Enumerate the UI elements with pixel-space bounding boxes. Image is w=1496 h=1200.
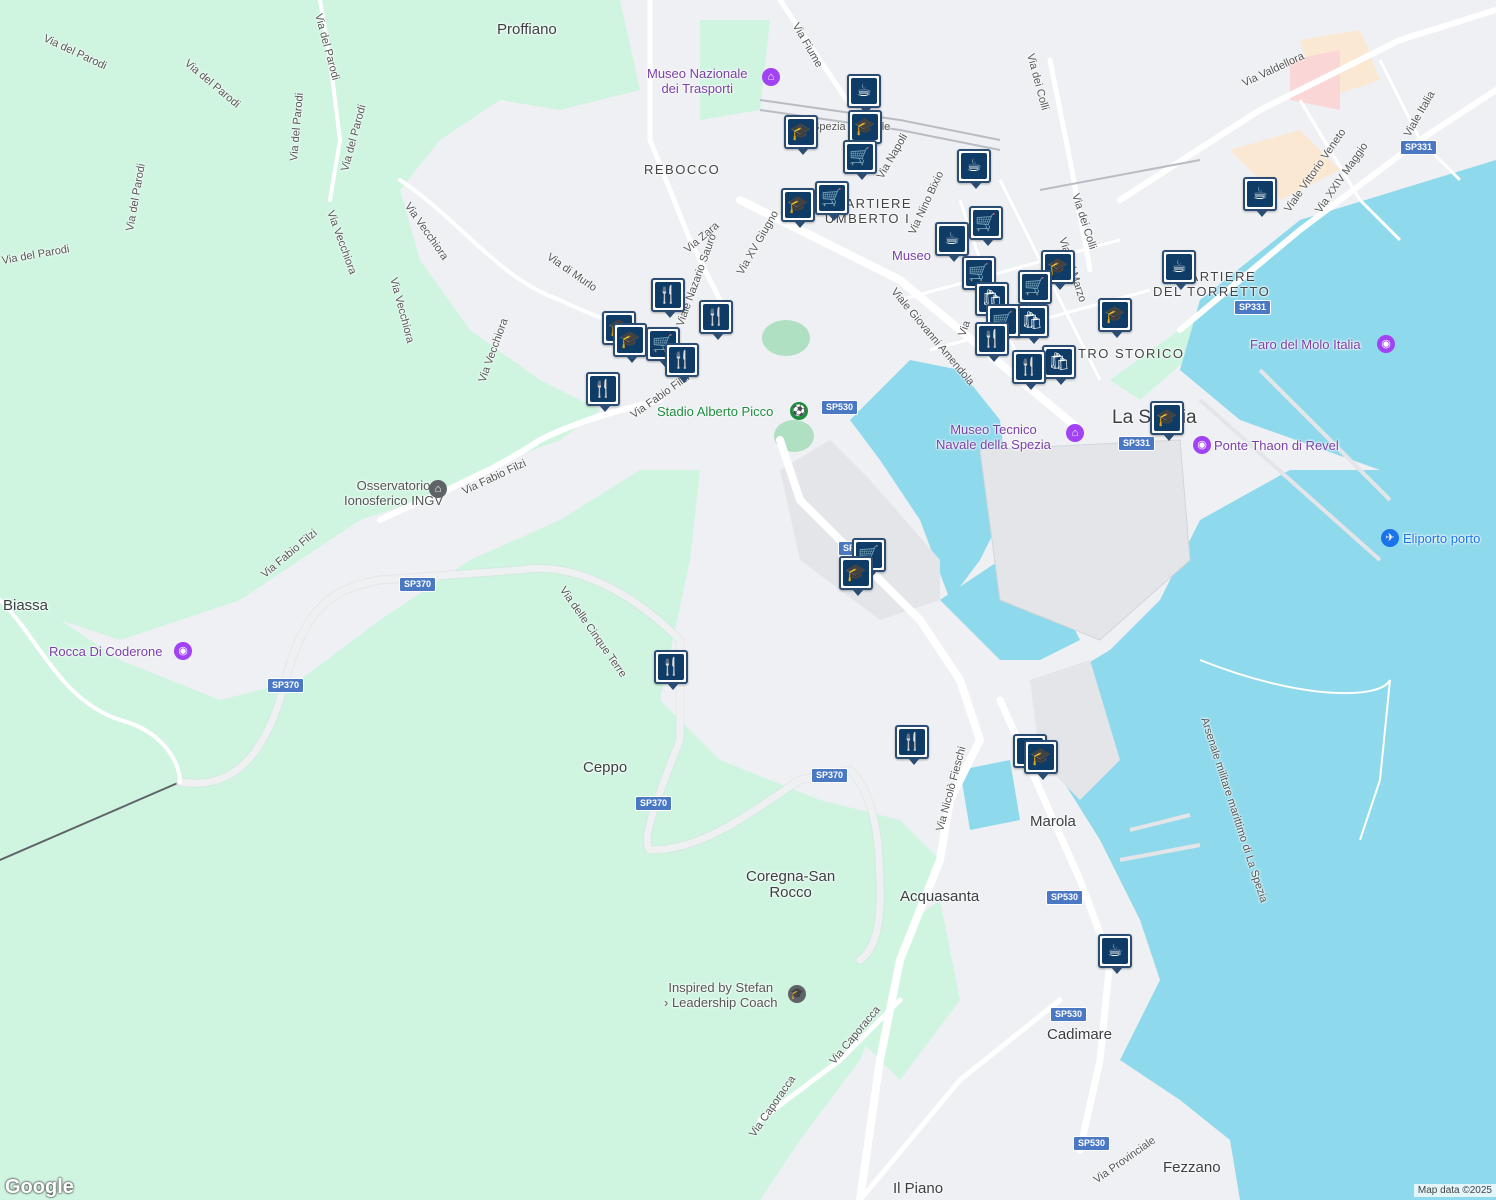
shopping-cart-icon: 🛒 [847,144,873,170]
coffee-cup-icon: ☕ [939,226,965,252]
shopping-bag-icon: 🛍 [1046,349,1072,375]
graduation-cap-icon: 🎓 [785,192,811,218]
camera-icon[interactable]: ◉ [1193,436,1211,454]
fork-knife-icon: 🍴 [703,304,729,330]
place-label-cadimare: Cadimare [1047,1026,1113,1043]
restaurant-marker[interactable]: 🍴 [651,278,685,318]
cafe-marker[interactable]: ☕ [1243,177,1277,217]
road-shield: SP530 [1046,890,1084,905]
poi-label-osservatorio[interactable]: Osservatorio Ionosferico INGV [344,478,443,508]
school-marker[interactable]: 🎓 [784,115,818,155]
camera-icon[interactable]: ◉ [1377,335,1395,353]
restaurant-marker[interactable]: 🍴 [895,725,929,765]
fork-knife-icon: 🍴 [655,282,681,308]
shopping-marker[interactable]: 🛒 [815,181,849,221]
place-label-il-piano: Il Piano [893,1180,944,1197]
road-shield: SP530 [1073,1136,1111,1151]
road-shield: SP370 [399,577,437,592]
restaurant-marker[interactable]: 🍴 [975,322,1009,362]
school-marker[interactable]: 🎓 [839,556,873,596]
place-label-marola: Marola [1030,813,1076,830]
camera-icon[interactable]: ◉ [174,642,192,660]
road-shield: SP530 [1050,1007,1088,1022]
coffee-cup-icon: ☕ [851,78,877,104]
coffee-cup-icon: ☕ [961,153,987,179]
graduation-cap-icon: 🎓 [1102,302,1128,328]
place-label-ceppo: Ceppo [583,759,628,776]
shopping-cart-icon: 🛒 [1022,274,1048,300]
school-marker[interactable]: 🎓 [1150,401,1184,441]
graduation-cap-icon: 🎓 [1028,744,1054,770]
restaurant-marker[interactable]: 🍴 [654,650,688,690]
poi-label-inspired[interactable]: Inspired by Stefan › Leadership Coach [664,980,777,1010]
fork-knife-icon: 🍴 [669,347,695,373]
road-shield: SP331 [1234,300,1272,315]
store-marker[interactable]: 🛍 [1042,345,1076,385]
airport-icon[interactable]: ✈ [1381,529,1399,547]
fork-knife-icon: 🍴 [658,654,684,680]
graduation-cap-icon: 🎓 [843,560,869,586]
road-shield: SP331 [1118,436,1156,451]
restaurant-marker[interactable]: 🍴 [586,372,620,412]
graduation-cap-icon: 🎓 [788,119,814,145]
cafe-marker[interactable]: ☕ [957,149,991,189]
map-attribution[interactable]: Map data ©2025 [1413,1184,1496,1197]
shopping-cart-icon: 🛒 [819,185,845,211]
shopping-bag-icon: 🛍 [1019,308,1045,334]
graduation-cap-icon: 🎓 [1154,405,1180,431]
shopping-marker[interactable]: 🛒 [969,206,1003,246]
coffee-cup-icon: ☕ [1247,181,1273,207]
shopping-marker[interactable]: 🛒 [843,140,877,180]
restaurant-marker[interactable]: 🍴 [665,343,699,383]
museum-icon[interactable]: ⌂ [762,68,780,86]
place-label-acquasanta: Acquasanta [900,888,980,905]
poi-label-rocca[interactable]: Rocca Di Coderone [49,644,162,659]
restaurant-marker[interactable]: 🍴 [699,300,733,340]
place-label-fezzano: Fezzano [1163,1159,1221,1176]
coffee-cup-icon: ☕ [1166,254,1192,280]
museum-icon[interactable]: ⌂ [1066,424,1084,442]
cafe-marker[interactable]: ☕ [935,222,969,262]
place-label-proffiano: Proffiano [497,21,557,38]
graduation-cap-icon: 🎓 [617,327,643,353]
cafe-marker[interactable]: ☕ [847,74,881,114]
school-marker[interactable]: 🎓 [1024,740,1058,780]
shopping-cart-icon: 🛒 [973,210,999,236]
stadium-icon[interactable]: ⚽ [790,402,808,420]
fork-knife-icon: 🍴 [590,376,616,402]
school-marker[interactable]: 🎓 [848,110,882,150]
road-shield: SP370 [811,768,849,783]
google-logo: Google [5,1176,74,1198]
road-shield: SP370 [267,678,305,693]
road-shield: SP530 [821,400,859,415]
place-label-biassa: Biassa [3,597,49,614]
education-icon[interactable]: 🎓 [788,985,806,1003]
cafe-marker[interactable]: ☕ [1162,250,1196,290]
restaurant-marker[interactable]: 🍴 [1012,350,1046,390]
school-marker[interactable]: 🎓 [781,188,815,228]
poi-label-museo[interactable]: Museo [892,248,931,263]
cafe-marker[interactable]: ☕ [1098,934,1132,974]
road-shield: SP370 [635,796,673,811]
map-canvas[interactable]: Proffiano REBOCCO Biassa Ceppo Coregna-S… [0,0,1496,1200]
graduation-cap-icon: 🎓 [852,114,878,140]
school-marker[interactable]: 🎓 [613,323,647,363]
fork-knife-icon: 🍴 [979,326,1005,352]
store-marker[interactable]: 🛍 [1015,304,1049,344]
fork-knife-icon: 🍴 [899,729,925,755]
poi-label-faro[interactable]: Faro del Molo Italia [1250,337,1361,352]
poi-label-museo-navale[interactable]: Museo Tecnico Navale della Spezia [936,422,1051,452]
poi-label-museo-trasporti[interactable]: Museo Nazionale dei Trasporti [647,66,747,96]
poi-label-stadio[interactable]: Stadio Alberto Picco [657,404,773,419]
place-label-coregna: Coregna-San Rocco [746,868,836,901]
road-shield: SP331 [1400,140,1438,155]
coffee-cup-icon: ☕ [1102,938,1128,964]
place-label-rebocco: REBOCCO [644,162,721,177]
poi-label-eliporto[interactable]: Eliporto porto [1403,531,1480,546]
school-marker[interactable]: 🎓 [1098,298,1132,338]
fork-knife-icon: 🍴 [1016,354,1042,380]
shopping-marker[interactable]: 🛒 [1018,270,1052,310]
government-icon[interactable]: ⌂ [429,480,447,498]
poi-label-ponte[interactable]: Ponte Thaon di Revel [1214,438,1339,453]
